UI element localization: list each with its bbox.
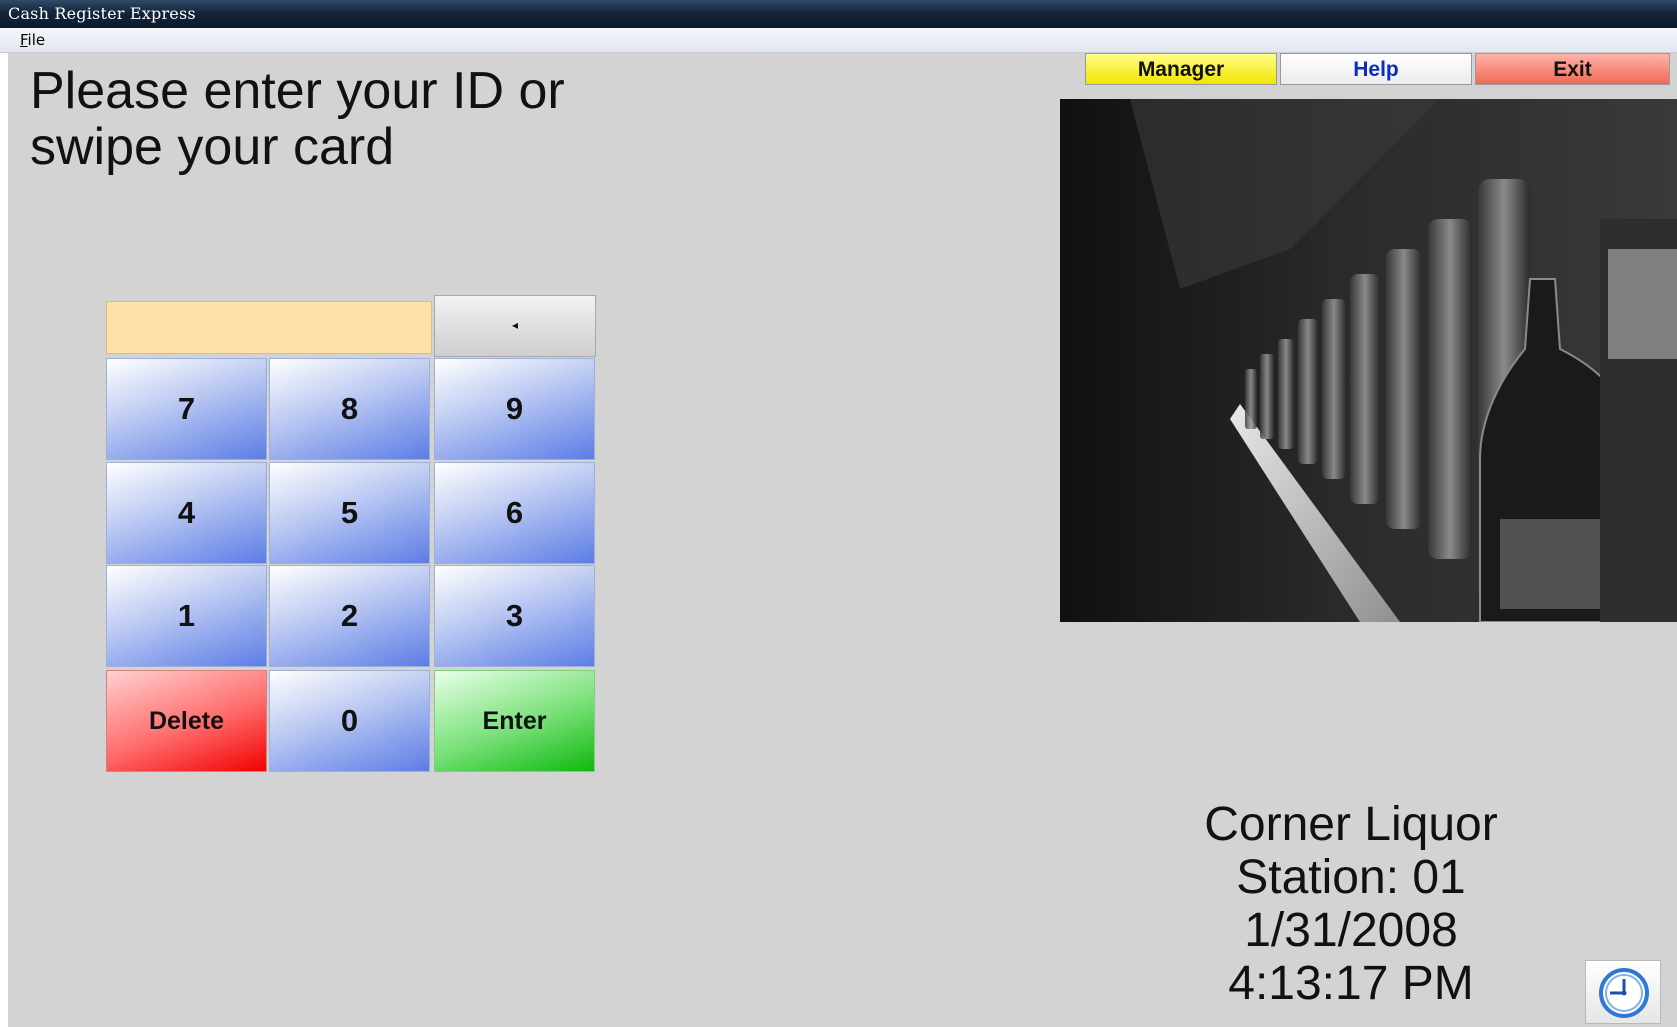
menu-bar: File	[0, 28, 1677, 53]
time-clock-button[interactable]	[1585, 960, 1661, 1024]
key-7[interactable]: 7	[106, 358, 267, 460]
store-photo	[1060, 99, 1677, 622]
prompt-line-1: Please enter your ID or	[30, 62, 565, 120]
window-title: Cash Register Express	[8, 4, 196, 23]
backspace-button[interactable]: ◂	[434, 295, 596, 357]
main-panel: Please enter your ID or swipe your card …	[8, 53, 1677, 1027]
login-prompt: Please enter your ID or swipe your card	[30, 63, 790, 175]
title-bar[interactable]: Cash Register Express	[0, 0, 1677, 28]
key-9[interactable]: 9	[434, 358, 595, 460]
key-4[interactable]: 4	[106, 462, 267, 564]
key-2[interactable]: 2	[269, 565, 430, 667]
station-number: Station: 01	[1236, 851, 1466, 904]
help-button[interactable]: Help	[1280, 53, 1472, 85]
liquor-bottles-image	[1060, 99, 1677, 622]
key-8[interactable]: 8	[269, 358, 430, 460]
key-1[interactable]: 1	[106, 565, 267, 667]
id-input[interactable]	[106, 301, 432, 354]
key-5[interactable]: 5	[269, 462, 430, 564]
enter-button[interactable]: Enter	[434, 670, 595, 772]
current-date: 1/31/2008	[1244, 904, 1458, 957]
station-info: Corner Liquor Station: 01 1/31/2008 4:13…	[1121, 798, 1581, 1010]
menu-file-accelerator: F	[20, 31, 28, 49]
exit-button[interactable]: Exit	[1475, 53, 1670, 85]
delete-button[interactable]: Delete	[106, 670, 267, 772]
prompt-line-2: swipe your card	[30, 118, 395, 176]
app-window: Cash Register Express File Please enter …	[0, 0, 1677, 1027]
current-time: 4:13:17 PM	[1228, 957, 1474, 1010]
key-0[interactable]: 0	[269, 670, 430, 772]
menu-file[interactable]: File	[20, 31, 45, 49]
key-6[interactable]: 6	[434, 462, 595, 564]
manager-button[interactable]: Manager	[1085, 53, 1277, 85]
menu-file-label: ile	[27, 31, 46, 49]
clock-icon	[1599, 968, 1649, 1018]
left-triangle-icon: ◂	[511, 318, 519, 332]
key-3[interactable]: 3	[434, 565, 595, 667]
store-name: Corner Liquor	[1204, 798, 1498, 851]
